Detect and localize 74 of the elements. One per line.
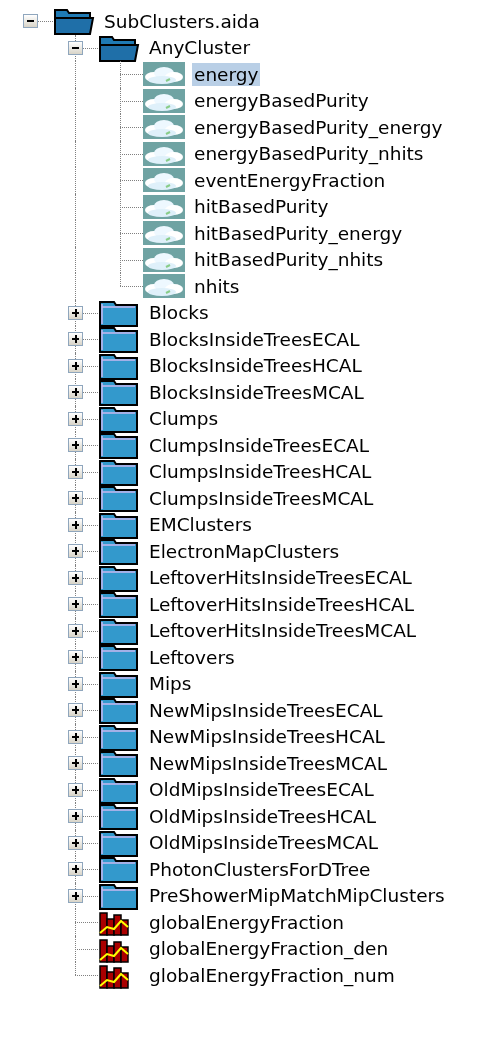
expand-button[interactable]	[68, 544, 83, 559]
folder-icon	[97, 854, 141, 885]
tree-item[interactable]: hitBasedPurity_energy	[192, 221, 405, 245]
tree-item[interactable]: EMClusters	[147, 513, 254, 537]
expand-button[interactable]	[68, 888, 83, 903]
tree-item[interactable]: NewMipsInsideTreesMCAL	[147, 751, 389, 775]
expand-button[interactable]	[68, 597, 83, 612]
tree-item[interactable]: OldMipsInsideTreesMCAL	[147, 831, 381, 855]
tree-item[interactable]: nhits	[192, 274, 242, 298]
expand-button[interactable]	[68, 729, 83, 744]
tree-item[interactable]: LeftoverHitsInsideTreesHCAL	[147, 592, 417, 616]
tree-item[interactable]: energyBasedPurity_energy	[192, 115, 445, 139]
folder-icon	[97, 324, 141, 355]
open-folder-icon	[52, 6, 96, 37]
tree-item[interactable]: hitBasedPurity	[192, 195, 331, 219]
tree-item[interactable]: OldMipsInsideTreesHCAL	[147, 804, 378, 828]
folder-icon	[97, 483, 141, 514]
tree-item[interactable]: energyBasedPurity_nhits	[192, 142, 426, 166]
expand-button[interactable]	[68, 438, 83, 453]
folder-icon	[97, 642, 141, 673]
tree-item[interactable]: eventEnergyFraction	[192, 168, 388, 192]
tree-item[interactable]: ClumpsInsideTreesHCAL	[147, 460, 374, 484]
tree-item[interactable]: AnyCluster	[147, 36, 252, 60]
expand-button[interactable]	[68, 835, 83, 850]
tree-item[interactable]: globalEnergyFraction_den	[147, 937, 391, 961]
expand-button[interactable]	[68, 411, 83, 426]
collapse-button[interactable]	[68, 40, 83, 55]
tree-item[interactable]: ClumpsInsideTreesECAL	[147, 433, 372, 457]
tree-item[interactable]: hitBasedPurity_nhits	[192, 248, 386, 272]
expand-button[interactable]	[68, 464, 83, 479]
folder-icon	[97, 695, 141, 726]
tree-item[interactable]: Mips	[147, 672, 194, 696]
expand-button[interactable]	[68, 862, 83, 877]
tree-item[interactable]: SubClusters.aida	[102, 9, 262, 33]
expand-button[interactable]	[68, 650, 83, 665]
expand-button[interactable]	[68, 358, 83, 373]
expand-button[interactable]	[68, 570, 83, 585]
tree-item[interactable]: PreShowerMipMatchMipClusters	[147, 884, 447, 908]
expand-button[interactable]	[68, 305, 83, 320]
expand-button[interactable]	[68, 385, 83, 400]
tree-item[interactable]: Leftovers	[147, 645, 237, 669]
tree-item[interactable]: globalEnergyFraction_num	[147, 963, 397, 987]
tree-item[interactable]: Clumps	[147, 407, 221, 431]
expand-button[interactable]	[68, 491, 83, 506]
folder-icon	[97, 801, 141, 832]
tree-item[interactable]: energyBasedPurity	[192, 89, 371, 113]
tree-item[interactable]: NewMipsInsideTreesECAL	[147, 698, 385, 722]
tree-item[interactable]: globalEnergyFraction	[147, 910, 347, 934]
expand-button[interactable]	[68, 517, 83, 532]
expand-button[interactable]	[68, 703, 83, 718]
tree-item[interactable]: NewMipsInsideTreesHCAL	[147, 725, 387, 749]
expand-button[interactable]	[68, 623, 83, 638]
tree-item[interactable]: OldMipsInsideTreesECAL	[147, 778, 376, 802]
expand-button[interactable]	[68, 676, 83, 691]
tree-item[interactable]: ClumpsInsideTreesMCAL	[147, 486, 376, 510]
tree-item[interactable]: LeftoverHitsInsideTreesECAL	[147, 566, 414, 590]
tree-item[interactable]: PhotonClustersForDTree	[147, 857, 373, 881]
collapse-button[interactable]	[23, 14, 38, 29]
expand-button[interactable]	[68, 756, 83, 771]
tree-item[interactable]: BlocksInsideTreesMCAL	[147, 380, 366, 404]
folder-icon	[97, 748, 141, 779]
tree-item[interactable]: LeftoverHitsInsideTreesMCAL	[147, 619, 419, 643]
expand-button[interactable]	[68, 782, 83, 797]
folder-icon	[97, 589, 141, 620]
tree-item[interactable]: BlocksInsideTreesHCAL	[147, 354, 364, 378]
tree-item[interactable]: Blocks	[147, 301, 211, 325]
tree-item[interactable]: energy	[192, 62, 261, 86]
expand-button[interactable]	[68, 809, 83, 824]
folder-icon	[97, 377, 141, 408]
tree-item[interactable]: ElectronMapClusters	[147, 539, 342, 563]
folder-icon	[97, 536, 141, 567]
tree-item[interactable]: BlocksInsideTreesECAL	[147, 327, 362, 351]
folder-icon	[97, 430, 141, 461]
expand-button[interactable]	[68, 332, 83, 347]
